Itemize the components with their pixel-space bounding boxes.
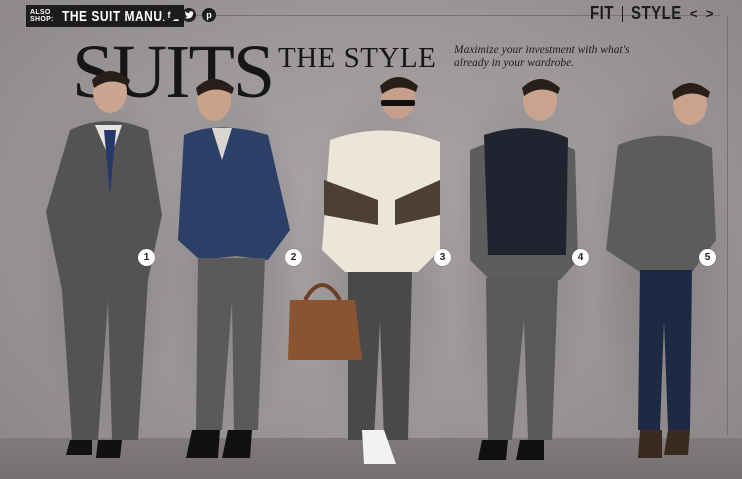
model-5 xyxy=(585,80,735,458)
models-photo xyxy=(30,71,735,464)
look-3-hotspot[interactable]: 3 xyxy=(434,249,451,266)
model-3 xyxy=(288,77,460,464)
model-2 xyxy=(157,79,307,458)
model-4 xyxy=(445,79,595,460)
look-4-hotspot[interactable]: 4 xyxy=(572,249,589,266)
look-1-hotspot[interactable]: 1 xyxy=(138,249,155,266)
look-2-hotspot[interactable]: 2 xyxy=(285,249,302,266)
look-5-hotspot[interactable]: 5 xyxy=(699,249,716,266)
